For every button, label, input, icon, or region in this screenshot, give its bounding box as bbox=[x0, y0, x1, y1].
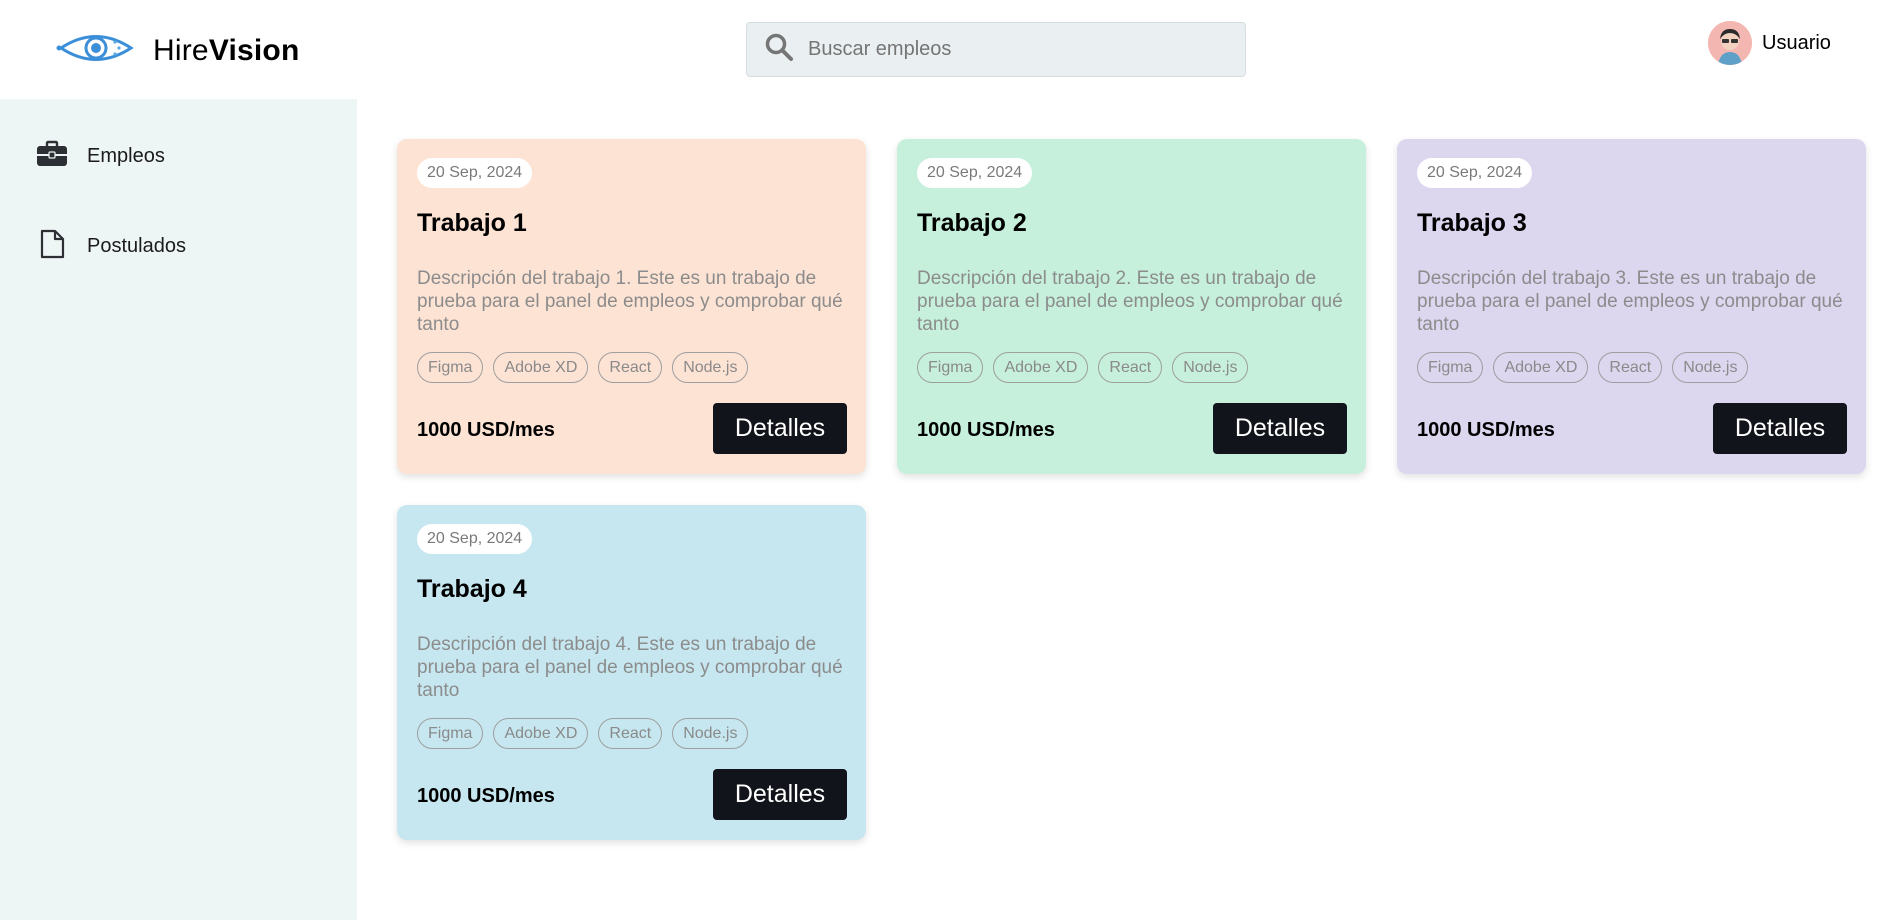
sidebar-item-label: Empleos bbox=[87, 145, 165, 167]
search-bar[interactable] bbox=[746, 22, 1246, 77]
user-menu[interactable]: Usuario bbox=[1708, 21, 1831, 65]
skill-tag: Node.js bbox=[672, 352, 749, 383]
skill-tag: Figma bbox=[917, 352, 984, 383]
avatar[interactable] bbox=[1708, 21, 1752, 65]
skill-tag: React bbox=[1598, 352, 1663, 383]
sidebar: Empleos Postulados bbox=[0, 99, 357, 920]
briefcase-icon bbox=[36, 138, 68, 175]
logo[interactable]: HireVision bbox=[55, 27, 300, 74]
skill-tag: React bbox=[598, 352, 663, 383]
sidebar-item-empleos[interactable]: Empleos bbox=[36, 138, 165, 175]
job-description: Descripción del trabajo 4. Este es un tr… bbox=[417, 634, 843, 701]
date-badge: 20 Sep, 2024 bbox=[1417, 158, 1533, 188]
file-icon bbox=[36, 228, 68, 265]
details-button[interactable]: Detalles bbox=[713, 769, 847, 820]
skill-tag: Node.js bbox=[1172, 352, 1249, 383]
user-name: Usuario bbox=[1762, 31, 1831, 54]
skill-tag: React bbox=[1098, 352, 1163, 383]
details-button[interactable]: Detalles bbox=[1213, 403, 1347, 454]
skill-tag: Adobe XD bbox=[493, 352, 589, 383]
tag-list: Figma Adobe XD React Node.js bbox=[917, 352, 1258, 383]
details-button[interactable]: Detalles bbox=[713, 403, 847, 454]
salary: 1000 USD/mes bbox=[1417, 419, 1555, 441]
job-card[interactable]: 20 Sep, 2024 Trabajo 1 Descripción del t… bbox=[397, 139, 866, 474]
skill-tag: Adobe XD bbox=[493, 718, 589, 749]
job-title: Trabajo 1 bbox=[417, 209, 527, 237]
date-badge: 20 Sep, 2024 bbox=[417, 158, 533, 188]
skill-tag: React bbox=[598, 718, 663, 749]
job-description: Descripción del trabajo 3. Este es un tr… bbox=[1417, 268, 1843, 335]
job-card[interactable]: 20 Sep, 2024 Trabajo 3 Descripción del t… bbox=[1397, 139, 1866, 474]
job-title: Trabajo 3 bbox=[1417, 209, 1527, 237]
tag-list: Figma Adobe XD React Node.js bbox=[417, 352, 758, 383]
job-title: Trabajo 2 bbox=[917, 209, 1027, 237]
date-badge: 20 Sep, 2024 bbox=[417, 524, 533, 554]
skill-tag: Adobe XD bbox=[993, 352, 1089, 383]
details-button[interactable]: Detalles bbox=[1713, 403, 1847, 454]
salary: 1000 USD/mes bbox=[417, 419, 555, 441]
skill-tag: Adobe XD bbox=[1493, 352, 1589, 383]
tag-list: Figma Adobe XD React Node.js bbox=[1417, 352, 1758, 383]
job-card[interactable]: 20 Sep, 2024 Trabajo 4 Descripción del t… bbox=[397, 505, 866, 840]
brand-name: HireVision bbox=[153, 33, 300, 67]
tag-list: Figma Adobe XD React Node.js bbox=[417, 718, 758, 749]
salary: 1000 USD/mes bbox=[917, 419, 1055, 441]
job-title: Trabajo 4 bbox=[417, 575, 527, 603]
skill-tag: Figma bbox=[1417, 352, 1484, 383]
search-icon bbox=[747, 32, 794, 67]
salary: 1000 USD/mes bbox=[417, 785, 555, 807]
eye-logo-icon bbox=[55, 27, 137, 74]
top-header: HireVision Usuario bbox=[0, 0, 1902, 99]
search-input[interactable] bbox=[808, 38, 1208, 61]
job-description: Descripción del trabajo 2. Este es un tr… bbox=[917, 268, 1343, 335]
job-description: Descripción del trabajo 1. Este es un tr… bbox=[417, 268, 843, 335]
date-badge: 20 Sep, 2024 bbox=[917, 158, 1033, 188]
job-card[interactable]: 20 Sep, 2024 Trabajo 2 Descripción del t… bbox=[897, 139, 1366, 474]
skill-tag: Figma bbox=[417, 352, 484, 383]
sidebar-item-postulados[interactable]: Postulados bbox=[36, 228, 186, 265]
sidebar-item-label: Postulados bbox=[87, 235, 186, 257]
skill-tag: Node.js bbox=[1672, 352, 1749, 383]
skill-tag: Figma bbox=[417, 718, 484, 749]
skill-tag: Node.js bbox=[672, 718, 749, 749]
